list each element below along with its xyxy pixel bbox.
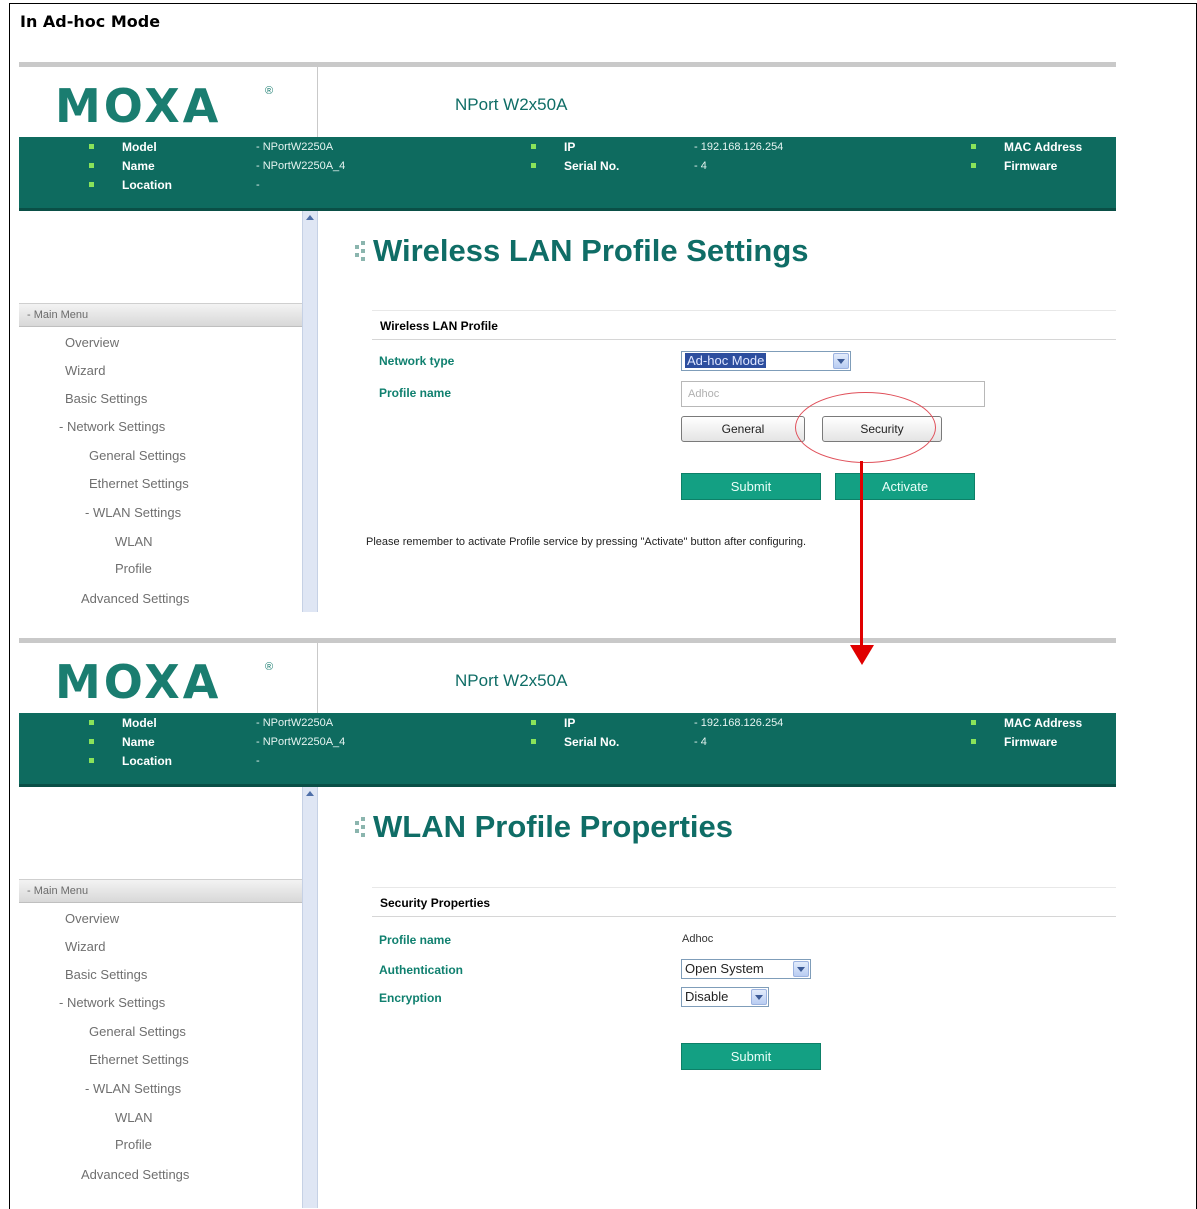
- authentication-select[interactable]: Open System: [681, 959, 811, 979]
- menu-ethernet-settings[interactable]: Ethernet Settings: [89, 1052, 189, 1067]
- menu-profile[interactable]: Profile: [115, 561, 152, 576]
- profile-name-label: Profile name: [379, 933, 452, 947]
- content-area: WLAN Profile Properties Security Propert…: [319, 787, 1116, 1208]
- menu-general-settings[interactable]: General Settings: [89, 1024, 186, 1039]
- encryption-select[interactable]: Disable: [681, 987, 769, 1007]
- moxa-logo: MOXA: [55, 79, 222, 133]
- title-dots-icon: [355, 241, 369, 263]
- profile-name-label: Profile name: [379, 386, 452, 400]
- activate-reminder: Please remember to activate Profile serv…: [366, 536, 807, 548]
- menu-wlan[interactable]: WLAN: [115, 534, 153, 549]
- section-header: Wireless LAN Profile: [372, 310, 1116, 340]
- menu-general-settings[interactable]: General Settings: [89, 448, 186, 463]
- bullet-icon: [971, 739, 976, 744]
- registered-mark: ®: [265, 661, 274, 673]
- scroll-up-icon[interactable]: [306, 791, 314, 796]
- menu-basic-settings[interactable]: Basic Settings: [65, 391, 147, 406]
- menu-advanced-settings[interactable]: Advanced Settings: [81, 591, 189, 606]
- menu-wlan-settings[interactable]: - WLAN Settings: [85, 505, 181, 520]
- model-value: - NPortW2250A: [256, 141, 334, 153]
- serial-value: - 4: [694, 736, 707, 748]
- serial-value: - 4: [694, 160, 707, 172]
- menu-wlan[interactable]: WLAN: [115, 1110, 153, 1125]
- sidebar-menu: - Main Menu Overview Wizard Basic Settin…: [19, 211, 302, 612]
- menu-overview[interactable]: Overview: [65, 335, 119, 350]
- section-header: Security Properties: [372, 887, 1116, 917]
- registered-mark: ®: [265, 85, 274, 97]
- menu-wizard[interactable]: Wizard: [65, 939, 105, 954]
- logo-area: MOXA ®: [19, 67, 318, 137]
- submit-button[interactable]: Submit: [681, 473, 821, 500]
- bullet-icon: [89, 758, 94, 763]
- menu-ethernet-settings[interactable]: Ethernet Settings: [89, 476, 189, 491]
- bullet-icon: [971, 163, 976, 168]
- sidebar-menu: - Main Menu Overview Wizard Basic Settin…: [19, 787, 302, 1208]
- profile-name-value: Adhoc: [682, 933, 714, 945]
- name-value: - NPortW2250A_4: [256, 160, 346, 172]
- network-type-select[interactable]: Ad-hoc Mode: [681, 351, 851, 371]
- device-info-bar: Model Name Location - NPortW2250A - NPor…: [19, 137, 1116, 211]
- bullet-icon: [531, 163, 536, 168]
- menu-overview[interactable]: Overview: [65, 911, 119, 926]
- screenshot-profile-properties: MOXA ® NPort W2x50A Model Name Location …: [19, 638, 1116, 1208]
- screenshot-profile-settings: MOXA ® NPort W2x50A Model Name Location …: [19, 62, 1116, 612]
- network-type-label: Network type: [379, 354, 455, 368]
- model-value: - NPortW2250A: [256, 717, 334, 729]
- name-value: - NPortW2250A_4: [256, 736, 346, 748]
- bullet-icon: [531, 720, 536, 725]
- general-button[interactable]: General: [681, 416, 805, 442]
- scroll-up-icon[interactable]: [306, 215, 314, 220]
- callout-arrow-line: [860, 461, 863, 646]
- chevron-down-icon[interactable]: [793, 961, 809, 977]
- activate-button[interactable]: Activate: [835, 473, 975, 500]
- page-title: Wireless LAN Profile Settings: [355, 233, 809, 269]
- location-value: -: [256, 179, 260, 191]
- bullet-icon: [89, 163, 94, 168]
- product-name: NPort W2x50A: [455, 95, 568, 114]
- menu-scrollbar[interactable]: [302, 211, 318, 612]
- ip-value: - 192.168.126.254: [694, 141, 784, 153]
- moxa-logo: MOXA: [55, 655, 222, 709]
- chevron-down-icon[interactable]: [751, 989, 767, 1005]
- arrow-down-icon: [850, 645, 874, 665]
- bullet-icon: [971, 720, 976, 725]
- menu-advanced-settings[interactable]: Advanced Settings: [81, 1167, 189, 1182]
- submit-button[interactable]: Submit: [681, 1043, 821, 1070]
- ip-value: - 192.168.126.254: [694, 717, 784, 729]
- menu-network-settings[interactable]: - Network Settings: [59, 419, 165, 434]
- bullet-icon: [89, 144, 94, 149]
- bullet-icon: [971, 144, 976, 149]
- menu-basic-settings[interactable]: Basic Settings: [65, 967, 147, 982]
- menu-network-settings[interactable]: - Network Settings: [59, 995, 165, 1010]
- bullet-icon: [89, 720, 94, 725]
- page-title: WLAN Profile Properties: [355, 809, 733, 845]
- encryption-label: Encryption: [379, 991, 442, 1005]
- security-callout-circle: [795, 392, 936, 463]
- authentication-label: Authentication: [379, 963, 463, 977]
- content-area: Wireless LAN Profile Settings Wireless L…: [319, 211, 1116, 612]
- logo-area: MOXA ®: [19, 643, 318, 713]
- menu-scrollbar[interactable]: [302, 787, 318, 1208]
- menu-wlan-settings[interactable]: - WLAN Settings: [85, 1081, 181, 1096]
- location-value: -: [256, 755, 260, 767]
- bullet-icon: [89, 739, 94, 744]
- product-name: NPort W2x50A: [455, 671, 568, 690]
- bullet-icon: [531, 144, 536, 149]
- chevron-down-icon[interactable]: [833, 353, 849, 369]
- menu-profile[interactable]: Profile: [115, 1137, 152, 1152]
- main-menu-header[interactable]: - Main Menu: [19, 879, 302, 903]
- menu-wizard[interactable]: Wizard: [65, 363, 105, 378]
- title-dots-icon: [355, 817, 369, 839]
- bullet-icon: [89, 182, 94, 187]
- main-menu-header[interactable]: - Main Menu: [19, 303, 302, 327]
- device-info-bar: Model Name Location - NPortW2250A - NPor…: [19, 713, 1116, 787]
- figure-title: In Ad-hoc Mode: [20, 12, 161, 31]
- bullet-icon: [531, 739, 536, 744]
